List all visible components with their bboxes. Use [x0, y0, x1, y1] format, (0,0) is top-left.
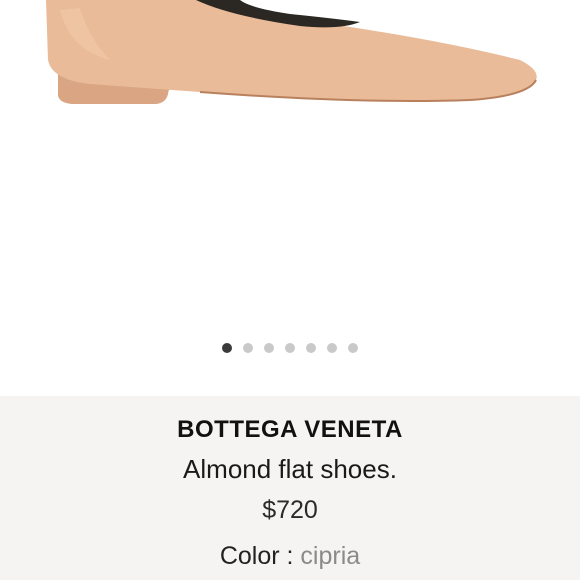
product-gallery[interactable]: [0, 0, 580, 396]
product-name: Almond flat shoes.: [183, 454, 397, 484]
carousel-dot-4[interactable]: [285, 343, 295, 353]
color-label: Color :: [219, 542, 301, 570]
carousel-dot-5[interactable]: [306, 343, 316, 353]
carousel-dot-2[interactable]: [243, 343, 253, 353]
color-selector[interactable]: Color : cipria: [0, 542, 580, 571]
color-value: cipria: [300, 542, 361, 570]
carousel-dot-3[interactable]: [264, 343, 274, 353]
product-info: BOTTEGA VENETA Almond flat shoes. $720 C…: [0, 396, 580, 580]
product-price: $720: [262, 496, 318, 524]
carousel-dot-1[interactable]: [222, 343, 232, 353]
carousel-dots: [0, 343, 580, 353]
carousel-dot-7[interactable]: [348, 343, 358, 353]
carousel-dot-6[interactable]: [327, 343, 337, 353]
brand-name[interactable]: BOTTEGA VENETA: [0, 416, 580, 444]
shoe-image: [46, 0, 537, 104]
